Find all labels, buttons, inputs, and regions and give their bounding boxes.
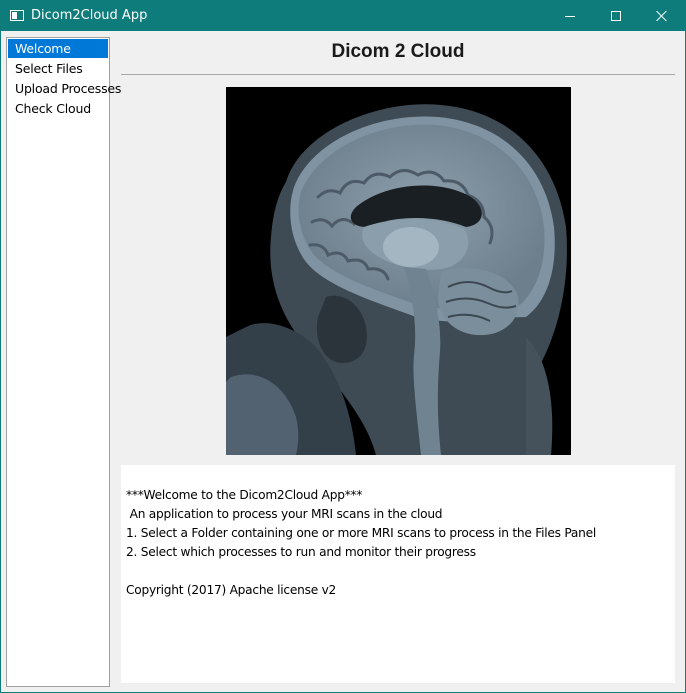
close-icon bbox=[656, 10, 668, 22]
page-title: Dicom 2 Cloud bbox=[331, 41, 465, 62]
sidebar-item-welcome[interactable]: Welcome bbox=[8, 39, 108, 58]
welcome-step-2: 2. Select which processes to run and mon… bbox=[126, 545, 476, 559]
maximize-icon bbox=[611, 11, 621, 21]
app-window: Dicom2Cloud App Welcome Select Files Upl… bbox=[0, 0, 686, 693]
close-button[interactable] bbox=[639, 1, 685, 31]
welcome-text-panel: ***Welcome to the Dicom2Cloud App*** An … bbox=[121, 465, 675, 683]
welcome-step-1: 1. Select a Folder containing one or mor… bbox=[126, 526, 596, 540]
window-title: Dicom2Cloud App bbox=[31, 8, 148, 23]
minimize-button[interactable] bbox=[547, 1, 593, 31]
welcome-heading: ***Welcome to the Dicom2Cloud App*** bbox=[126, 488, 363, 502]
minimize-icon bbox=[565, 15, 575, 17]
maximize-button[interactable] bbox=[593, 1, 639, 31]
welcome-subtitle: An application to process your MRI scans… bbox=[126, 507, 443, 521]
sidebar-item-upload-processes[interactable]: Upload Processes bbox=[8, 79, 121, 98]
mri-scan-image bbox=[226, 87, 571, 455]
window-icon bbox=[10, 10, 24, 21]
title-divider bbox=[121, 74, 675, 75]
copyright-text: Copyright (2017) Apache license v2 bbox=[126, 583, 337, 597]
sidebar-nav: Welcome Select Files Upload Processes Ch… bbox=[6, 37, 121, 687]
sidebar-item-check-cloud[interactable]: Check Cloud bbox=[8, 99, 108, 118]
title-bar[interactable]: Dicom2Cloud App bbox=[1, 1, 685, 31]
sidebar-item-select-files[interactable]: Select Files bbox=[8, 59, 108, 78]
